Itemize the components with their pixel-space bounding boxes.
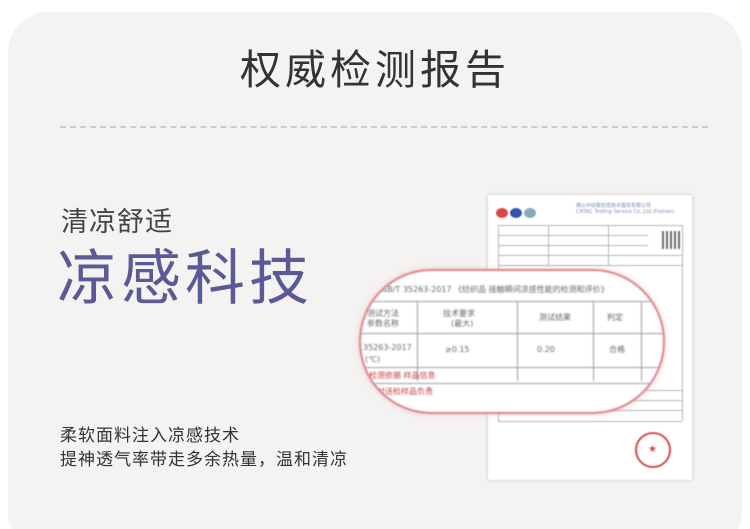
report-org: 佛山中纺联检验技术服务有限公司 CNTAC Testing Service Co… — [576, 203, 686, 215]
certification-logos — [496, 203, 546, 218]
cma-logo-icon — [496, 208, 508, 218]
description: 柔软面料注入凉感技术 提神透气率带走多余热量，温和清凉 — [60, 424, 348, 472]
seal-star-icon: ★ — [648, 444, 657, 455]
report-org-en: CNTAC Testing Service Co.,Ltd.(Foshan) — [576, 209, 675, 215]
zoom-col-header: 判定 — [607, 313, 623, 322]
zoom-method-value: 35263-2017 — [363, 343, 412, 352]
zoom-judgement-value: 合格 — [609, 345, 625, 354]
zoom-line — [361, 301, 663, 302]
zoom-unit: (℃) — [365, 355, 381, 364]
zoom-col-header: 技术要求 — [443, 309, 475, 318]
zoom-col-header: 测试方法 — [367, 309, 399, 318]
qr-code-icon — [662, 231, 680, 249]
subtitle: 清凉舒适 — [61, 207, 173, 238]
page: 权威检测报告 清凉舒适 凉感科技 柔软面料注入凉感技术 提神透气率带走多余热量，… — [0, 0, 750, 529]
report-line — [498, 255, 682, 256]
zoom-line — [593, 301, 594, 381]
cnas-logo-icon — [510, 208, 522, 218]
headline: 凉感科技 — [57, 244, 313, 314]
zoom-col-header: 测试结果 — [539, 313, 571, 322]
magnified-result-callout: GB/T 35263-2017 《纺织品 接触瞬间凉感性能的检测和评价》 测试方… — [359, 269, 665, 414]
report-line — [498, 235, 648, 236]
zoom-line — [361, 383, 663, 384]
zoom-line — [361, 333, 663, 334]
zoom-requirement-value: ≥0.15 — [445, 345, 470, 354]
zoom-note: 仅对送检样品负责 — [369, 387, 433, 396]
zoom-standard: GB/T 35263-2017 《纺织品 接触瞬间凉感性能的检测和评价》 — [381, 285, 609, 294]
zoom-col-subheader: (最大) — [451, 319, 474, 328]
zoom-note: 检测依据 样品信息 — [369, 371, 436, 380]
zoom-line — [417, 301, 418, 381]
description-line-2: 提神透气率带走多余热量，温和清凉 — [60, 450, 348, 470]
dashed-divider — [60, 126, 708, 128]
ilac-logo-icon — [524, 208, 536, 218]
report-line — [682, 225, 683, 421]
report-line — [498, 245, 648, 246]
report-line — [548, 225, 549, 265]
zoom-line — [361, 367, 663, 368]
zoom-result-value: 0.20 — [537, 345, 555, 354]
zoom-line — [517, 301, 518, 381]
page-title: 权威检测报告 — [240, 46, 510, 94]
report-line — [498, 225, 682, 226]
zoom-col-subheader: 参数名称 — [367, 319, 399, 328]
report-line — [608, 225, 609, 265]
report-line — [498, 421, 682, 422]
description-line-1: 柔软面料注入凉感技术 — [60, 426, 240, 446]
report-line — [498, 265, 682, 266]
zoom-line — [641, 301, 642, 381]
